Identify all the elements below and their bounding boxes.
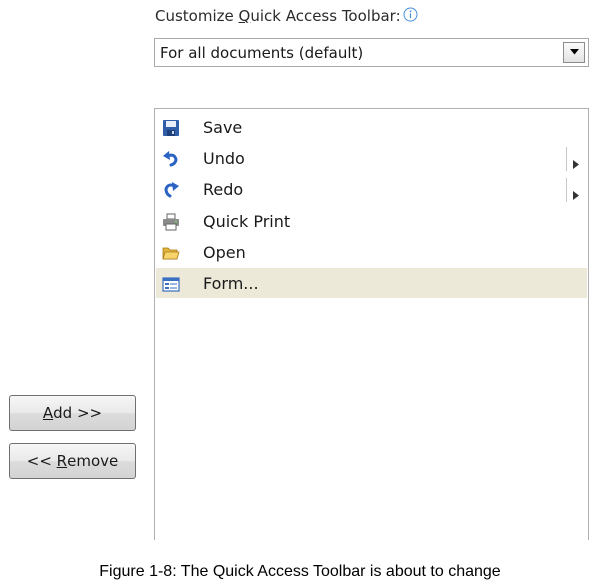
add-label: dd >> — [53, 404, 103, 422]
info-icon[interactable] — [403, 7, 418, 26]
submenu-arrow-icon[interactable] — [573, 185, 579, 204]
redo-icon — [162, 181, 180, 199]
undo-icon — [162, 150, 180, 168]
customize-qat-panel: Customize Quick Access Toolbar: For all … — [0, 0, 600, 584]
list-item-quick-print[interactable]: Quick Print — [156, 206, 587, 236]
open-folder-icon — [162, 244, 180, 262]
item-label: Undo — [203, 149, 245, 168]
add-button[interactable]: Add >> — [9, 395, 136, 431]
qat-commands-list[interactable]: Save Undo Redo Quick Print Open Form... — [154, 108, 589, 540]
list-item-undo[interactable]: Undo — [156, 143, 587, 173]
dropdown-selected-value: For all documents (default) — [160, 44, 364, 62]
submenu-arrow-icon[interactable] — [573, 154, 579, 173]
remove-prefix: << — [26, 452, 57, 470]
remove-label: emove — [67, 452, 119, 470]
item-label: Open — [203, 243, 246, 262]
submenu-divider — [566, 147, 567, 171]
add-access-key: A — [42, 404, 54, 422]
quick-print-icon — [162, 213, 180, 231]
list-item-save[interactable]: Save — [156, 112, 587, 142]
label-access-key: Q — [238, 7, 251, 25]
figure-caption: Figure 1-8: The Quick Access Toolbar is … — [99, 563, 501, 580]
document-scope-dropdown[interactable]: For all documents (default) — [154, 38, 589, 67]
form-icon — [162, 275, 180, 293]
item-label: Redo — [203, 180, 244, 199]
list-item-form[interactable]: Form... — [156, 268, 587, 298]
label-text-end: uick Access Toolbar: — [250, 7, 401, 25]
save-icon — [162, 119, 180, 137]
remove-button[interactable]: << Remove — [9, 443, 136, 479]
customize-qat-label: Customize Quick Access Toolbar: — [155, 7, 418, 26]
item-label: Quick Print — [203, 212, 291, 231]
item-label: Save — [203, 118, 243, 137]
label-text-start: Customize — [155, 7, 239, 25]
remove-access-key: R — [56, 452, 68, 470]
submenu-divider — [566, 178, 567, 202]
list-item-redo[interactable]: Redo — [156, 174, 587, 204]
list-item-open[interactable]: Open — [156, 237, 587, 267]
dropdown-arrow-icon[interactable] — [563, 42, 585, 63]
item-label: Form... — [203, 274, 259, 293]
